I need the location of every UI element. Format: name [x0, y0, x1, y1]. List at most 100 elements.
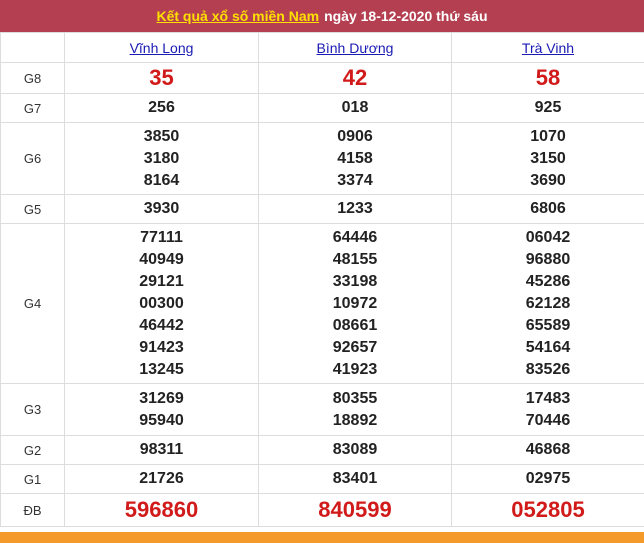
prize-number: 83401	[332, 470, 378, 487]
prize-number: 08661	[332, 316, 378, 334]
prize-number: 02975	[525, 470, 571, 487]
prize-number: 18892	[332, 411, 378, 429]
prize-cell: 80355 18892	[258, 383, 452, 436]
prize-number: 3930	[143, 200, 180, 217]
prize-cell: 02975	[451, 464, 644, 494]
prize-cell: 0906 4158 3374	[258, 122, 452, 195]
prize-label: G8	[0, 62, 65, 94]
prize-number: 92657	[332, 338, 378, 356]
corner-cell	[0, 32, 65, 63]
prize-number: 42	[342, 65, 368, 90]
prize-cell: 925	[451, 93, 644, 123]
prize-number: 35	[149, 65, 174, 90]
prize-number: 0906	[337, 127, 373, 145]
prize-number: 77111	[140, 228, 183, 246]
prize-number: 83526	[525, 360, 571, 378]
prize-label: G3	[0, 383, 65, 436]
prize-cell: 58	[451, 62, 644, 94]
prize-label: G1	[0, 464, 65, 494]
prize-number: 256	[148, 99, 175, 116]
prize-number: 3850	[143, 127, 180, 145]
prize-number: 840599	[318, 497, 392, 522]
prize-cell: 46868	[451, 435, 644, 465]
province-link-tra-vinh[interactable]: Trà Vinh	[522, 40, 574, 56]
prize-number: 06042	[525, 228, 571, 246]
prize-number: 925	[534, 99, 562, 116]
footer-bar	[0, 532, 644, 543]
prize-row: G8 35 42 58	[0, 62, 644, 94]
prize-cell: 3930	[64, 194, 259, 224]
prize-number: 48155	[332, 250, 378, 268]
prize-cell: 1233	[258, 194, 452, 224]
prize-label: G2	[0, 435, 65, 465]
prize-label: ĐB	[0, 493, 65, 527]
prize-number: 58	[535, 65, 561, 90]
prize-cell: 06042 96880 45286 62128 65589 54164 83526	[451, 223, 644, 384]
prize-number: 8164	[143, 171, 180, 189]
prize-label: G4	[0, 223, 65, 384]
prize-cell: 6806	[451, 194, 644, 224]
prize-cell: 35	[64, 62, 259, 94]
prize-cell: 256	[64, 93, 259, 123]
prize-number: 1070	[530, 127, 566, 145]
prize-number: 3690	[530, 171, 566, 189]
prize-number: 98311	[139, 441, 184, 458]
prize-cell: 596860	[64, 493, 259, 527]
province-header-row: Vĩnh Long Bình Dương Trà Vinh	[0, 32, 644, 63]
prize-cell: 83089	[258, 435, 452, 465]
prize-number: 13245	[139, 360, 184, 378]
prize-cell: 42	[258, 62, 452, 94]
prize-number: 95940	[139, 411, 184, 429]
prize-number: 596860	[124, 497, 199, 522]
prize-number: 33198	[332, 272, 378, 290]
prize-number: 40949	[139, 250, 184, 268]
prize-row: G5 3930 1233 6806	[0, 194, 644, 224]
prize-label: G6	[0, 122, 65, 195]
prize-number: 17483	[525, 389, 571, 407]
prize-number: 10972	[332, 294, 378, 312]
prize-number: 45286	[525, 272, 571, 290]
prize-row: G2 98311 83089 46868	[0, 435, 644, 465]
prize-number: 018	[341, 99, 369, 116]
prize-cell: 64446 48155 33198 10972 08661 92657 41923	[258, 223, 452, 384]
prize-row: G1 21726 83401 02975	[0, 464, 644, 494]
prize-number: 64446	[332, 228, 378, 246]
prize-cell: 3850 3180 8164	[64, 122, 259, 195]
prize-number: 1233	[337, 200, 373, 217]
prize-number: 65589	[525, 316, 571, 334]
prize-number: 46868	[525, 441, 571, 458]
prize-cell: 1070 3150 3690	[451, 122, 644, 195]
prize-number: 3374	[337, 171, 373, 189]
results-title-link[interactable]: Kết quả xổ số miền Nam	[156, 8, 319, 24]
prize-row: G7 256 018 925	[0, 93, 644, 123]
prize-number: 83089	[332, 441, 378, 458]
prize-number: 41923	[332, 360, 378, 378]
prize-number: 3150	[530, 149, 566, 167]
prize-number: 21726	[139, 470, 184, 487]
prize-number: 31269	[139, 389, 184, 407]
prize-number: 91423	[139, 338, 184, 356]
prize-number: 62128	[525, 294, 571, 312]
prize-cell: 83401	[258, 464, 452, 494]
prize-number: 96880	[525, 250, 571, 268]
province-link-vinh-long[interactable]: Vĩnh Long	[130, 40, 194, 56]
prize-number: 052805	[511, 497, 585, 522]
prize-number: 54164	[525, 338, 571, 356]
prize-number: 4158	[337, 149, 373, 167]
prize-cell: 21726	[64, 464, 259, 494]
prize-cell: 840599	[258, 493, 452, 527]
province-link-binh-duong[interactable]: Bình Dương	[317, 40, 394, 56]
prize-cell: 77111 40949 29121 00300 46442 91423 13245	[64, 223, 259, 384]
prize-number: 46442	[139, 316, 184, 334]
prize-row: ĐB 596860 840599 052805	[0, 493, 644, 527]
prize-cell: 31269 95940	[64, 383, 259, 436]
prize-row: G6 3850 3180 8164 0906 4158 3374 1070 3150 3690	[0, 122, 644, 195]
results-header: Kết quả xổ số miền Nam ngày 18-12-2020 t…	[0, 0, 644, 32]
prize-number: 00300	[139, 294, 184, 312]
lottery-results: Kết quả xổ số miền Nam ngày 18-12-2020 t…	[0, 0, 644, 543]
prize-number: 29121	[139, 272, 184, 290]
prize-label: G7	[0, 93, 65, 123]
prize-number: 70446	[525, 411, 571, 429]
prize-cell: 052805	[451, 493, 644, 527]
prize-cell: 17483 70446	[451, 383, 644, 436]
